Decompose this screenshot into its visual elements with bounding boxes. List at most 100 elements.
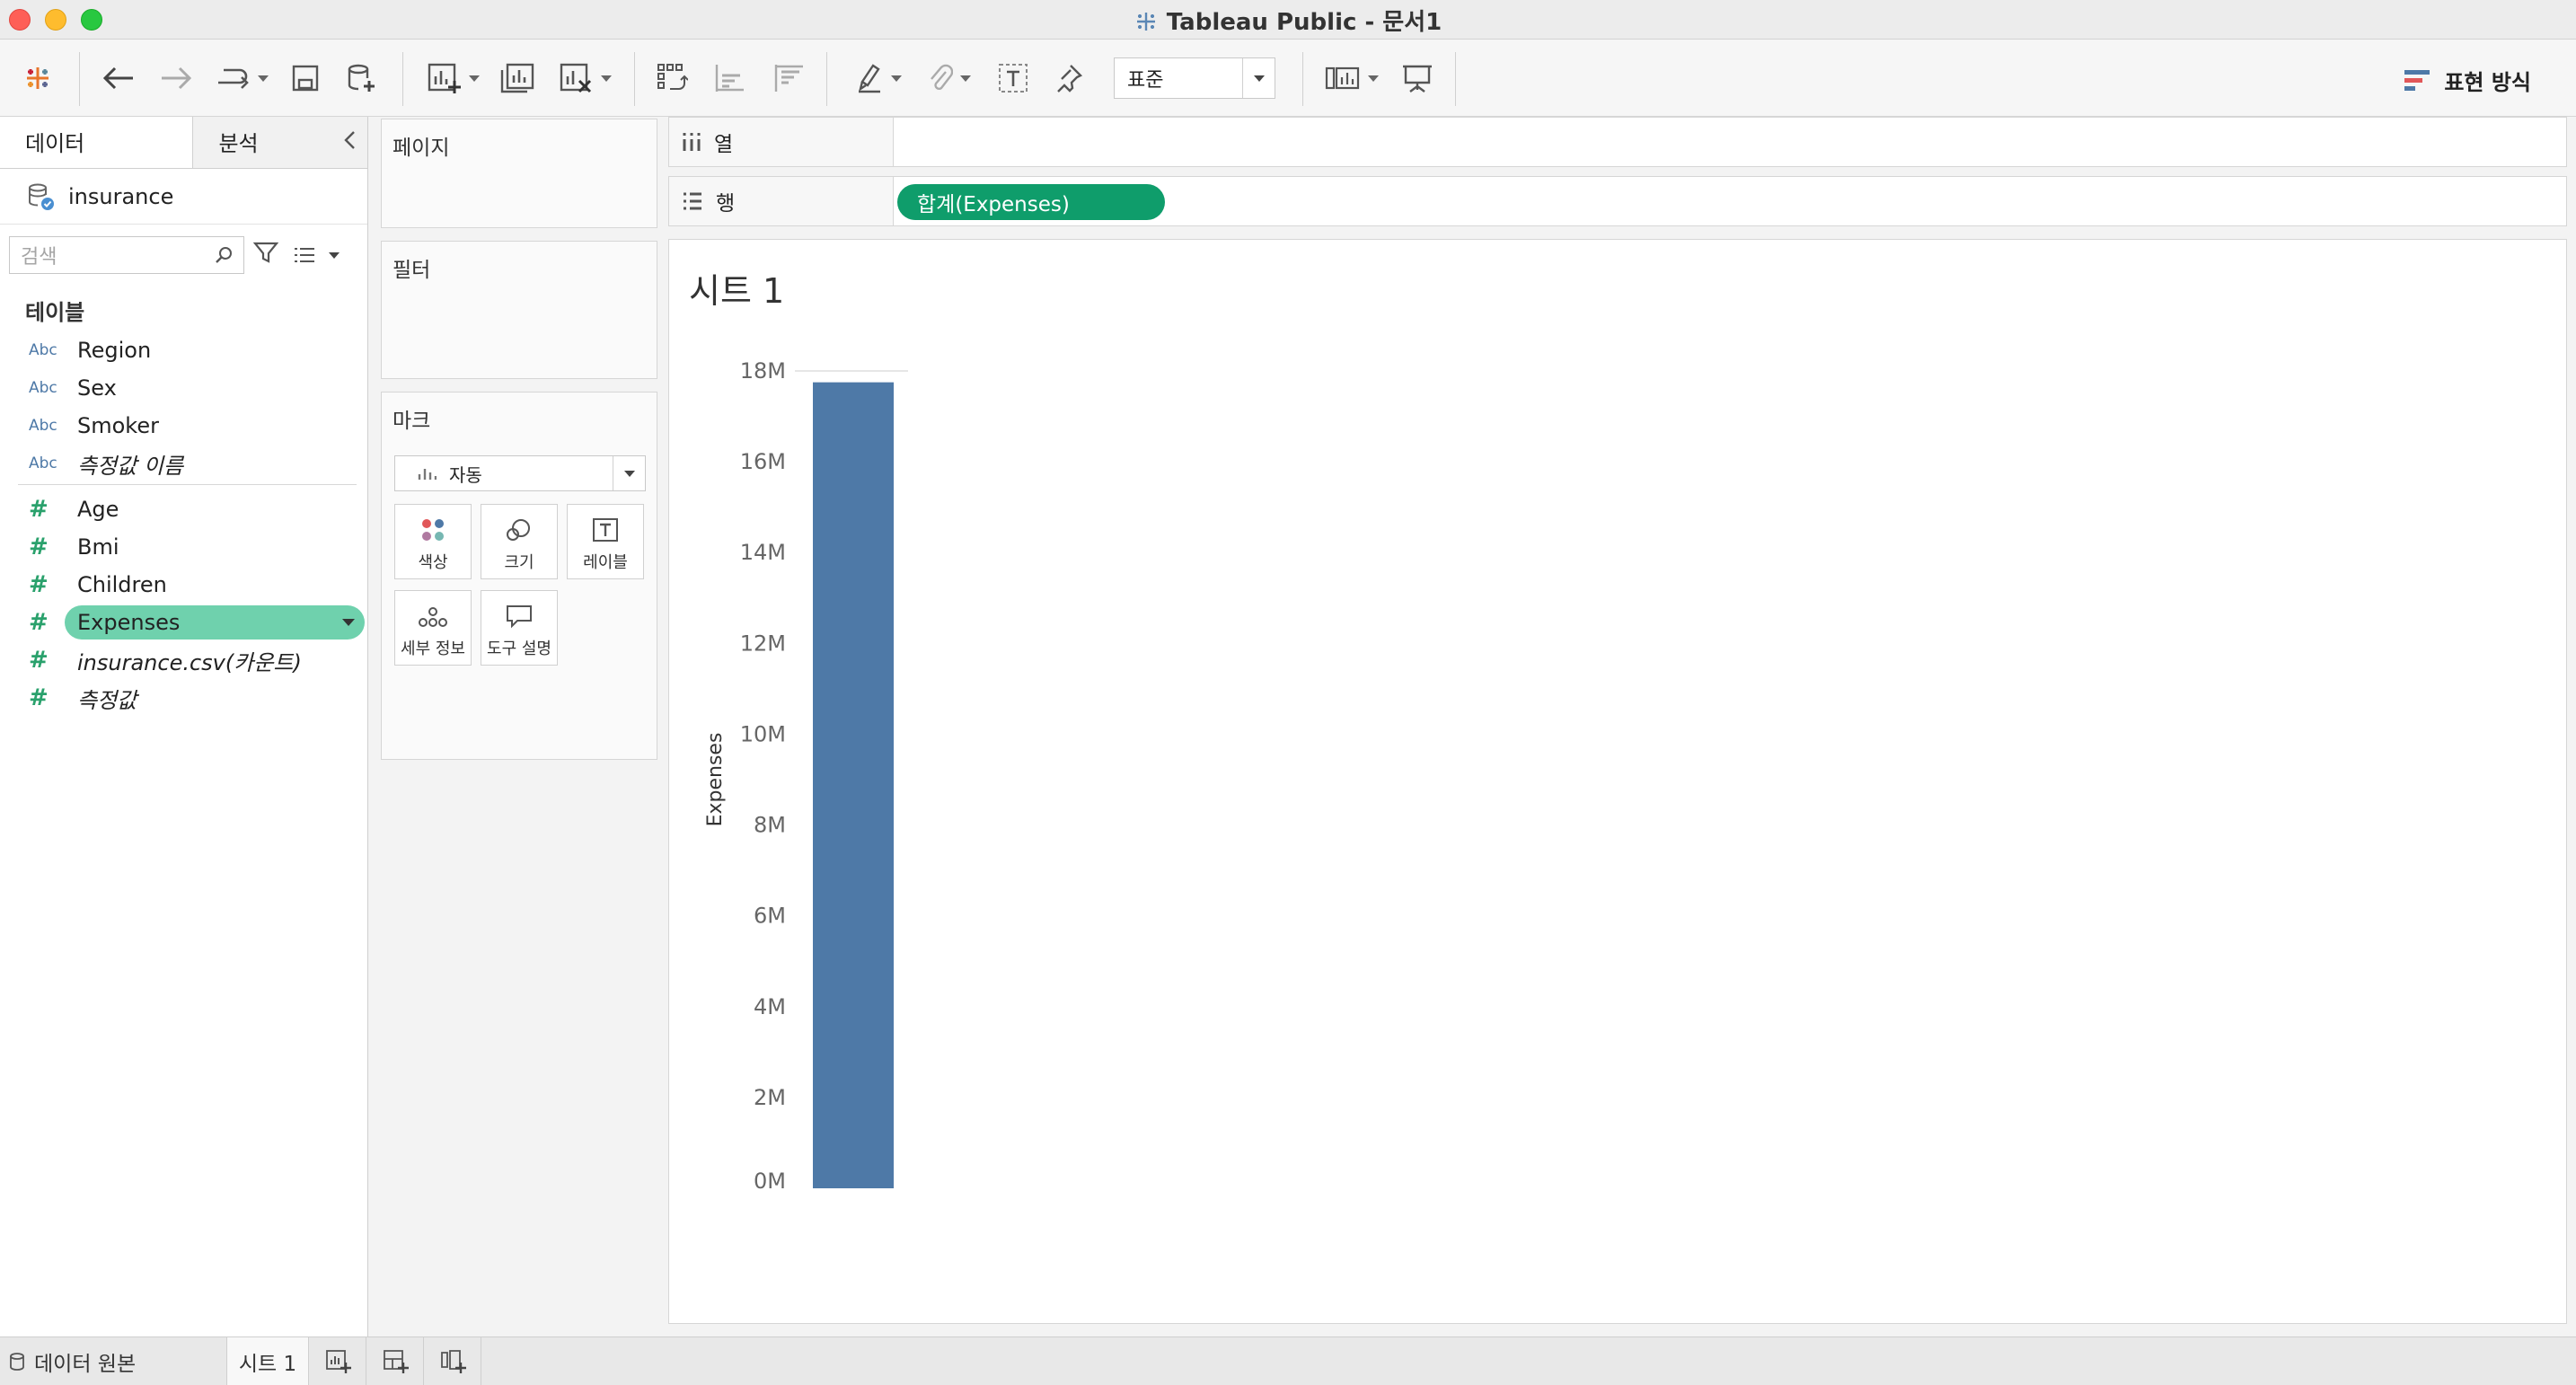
field-menu-caret[interactable]: [342, 619, 355, 626]
new-worksheet-icon: [325, 1350, 351, 1373]
mark-type-value: 자동: [449, 463, 482, 486]
chevron-left-icon: [344, 131, 355, 149]
field-insurance-csv[interactable]: # insurance.csv(카운트): [0, 641, 367, 679]
text-label-icon: [999, 64, 1028, 93]
toolbar: 표준 표현 방식: [0, 40, 2576, 117]
sort-descending-icon: [774, 65, 803, 92]
replay-button[interactable]: [210, 56, 273, 101]
fit-mode-select[interactable]: 표준: [1114, 57, 1275, 99]
pin-icon: [1057, 65, 1083, 93]
worksheet-view: 시트 1 0M 2M 4M 6M 8M 10M 12M 14M 16M 18M Expenses: [668, 239, 2567, 1324]
datasource-icon: [29, 183, 54, 210]
add-database-icon: [348, 64, 375, 92]
show-me-button[interactable]: 표현 방식: [2403, 65, 2531, 96]
tab-analysis[interactable]: 분석: [193, 117, 367, 168]
label-mark-button[interactable]: 레이블: [567, 504, 644, 579]
field-name: Age: [77, 497, 119, 522]
y-tick-label: 6M: [754, 904, 786, 929]
search-input[interactable]: 검색: [9, 236, 244, 274]
replay-icon: [218, 68, 249, 89]
field-name: insurance.csv(카운트): [77, 649, 302, 675]
new-worksheet-icon: [428, 63, 461, 93]
field-name: 측정값: [77, 687, 137, 713]
field-sex[interactable]: Abc Sex: [0, 369, 367, 407]
mark-type-select[interactable]: 자동: [394, 455, 646, 491]
new-data-source-button[interactable]: [341, 56, 381, 101]
bar[interactable]: [813, 382, 894, 1188]
field-bmi[interactable]: # Bmi: [0, 528, 367, 566]
y-tick-label: 4M: [754, 994, 786, 1019]
datasource-item[interactable]: insurance: [0, 169, 367, 225]
window-title-text: Tableau Public - 문서1: [1166, 9, 1442, 36]
field-item[interactable]: Abc 측정값 이름: [0, 445, 367, 482]
duplicate-sheet-button[interactable]: [498, 56, 537, 101]
tab-data[interactable]: 데이터: [0, 117, 194, 168]
columns-shelf[interactable]: 열: [668, 117, 2567, 167]
tooltip-icon: [507, 605, 532, 629]
fit-mode-dropdown[interactable]: [1242, 58, 1275, 98]
fix-axes-button[interactable]: [1049, 56, 1089, 101]
clear-sheet-button[interactable]: [550, 56, 622, 101]
redo-button[interactable]: [154, 56, 198, 101]
label-mark-label: 레이블: [583, 553, 628, 572]
y-tick-label: 8M: [754, 813, 786, 838]
size-mark-button[interactable]: 크기: [481, 504, 558, 579]
mark-type-dropdown[interactable]: [613, 456, 645, 490]
field-age[interactable]: # Age: [0, 490, 367, 528]
columns-icon: [683, 133, 701, 151]
new-worksheet-button[interactable]: [420, 56, 487, 101]
clear-sheet-icon: [560, 63, 592, 93]
field-children[interactable]: # Children: [0, 566, 367, 604]
y-tick-label: 14M: [740, 540, 786, 565]
new-worksheet-tab-button[interactable]: [311, 1337, 366, 1385]
sheet-tab[interactable]: 시트 1: [226, 1337, 309, 1385]
tableau-home-button[interactable]: [18, 56, 57, 101]
y-tick-label: 0M: [754, 1169, 786, 1194]
color-mark-button[interactable]: 색상: [394, 504, 472, 579]
rows-shelf-text: 행: [716, 192, 736, 216]
arrow-left-icon: [102, 66, 133, 90]
pages-card[interactable]: 페이지: [381, 119, 657, 228]
rows-pill-expenses[interactable]: 합계(Expenses): [897, 184, 1165, 220]
y-tick-label: 12M: [740, 631, 786, 656]
collapse-pane-button[interactable]: [342, 129, 357, 156]
sort-descending-button[interactable]: [769, 56, 808, 101]
measure-type-icon: #: [29, 647, 49, 674]
field-item[interactable]: # 측정값: [0, 679, 367, 717]
undo-button[interactable]: [97, 56, 140, 101]
y-tick-label: 16M: [740, 449, 786, 474]
tooltip-mark-button[interactable]: 도구 설명: [481, 590, 558, 666]
field-smoker[interactable]: Abc Smoker: [0, 407, 367, 445]
paperclip-icon: [931, 64, 953, 91]
new-story-tab-button[interactable]: [426, 1337, 481, 1385]
y-tick-label: 2M: [754, 1085, 786, 1110]
highlight-button[interactable]: [850, 56, 909, 101]
list-view-icon: [295, 248, 314, 262]
field-region[interactable]: Abc Region: [0, 331, 367, 369]
sort-ascending-button[interactable]: [710, 56, 749, 101]
filter-fields-button[interactable]: [252, 241, 279, 269]
tableau-logo-icon: [1136, 13, 1155, 31]
filters-card[interactable]: 필터: [381, 241, 657, 379]
new-dashboard-tab-button[interactable]: [368, 1337, 424, 1385]
detail-icon: [419, 607, 447, 627]
group-members-button[interactable]: [920, 56, 979, 101]
dimension-type-icon: Abc: [29, 341, 57, 359]
measure-type-icon: #: [29, 496, 49, 523]
show-cards-icon: [1325, 66, 1360, 90]
view-options-button[interactable]: [293, 246, 340, 264]
show-me-label: 표현 방식: [2444, 70, 2531, 95]
show-cards-button[interactable]: [1320, 56, 1383, 101]
measure-type-icon: #: [29, 534, 49, 560]
rows-shelf[interactable]: 행 합계(Expenses): [668, 176, 2567, 226]
data-source-tab[interactable]: 데이터 원본: [9, 1337, 225, 1385]
show-mark-labels-button[interactable]: [993, 56, 1033, 101]
window-title: Tableau Public - 문서1: [0, 4, 2576, 37]
fit-mode-value: 표준: [1127, 69, 1164, 92]
detail-mark-button[interactable]: 세부 정보: [394, 590, 472, 666]
field-name: Bmi: [77, 534, 119, 560]
save-button[interactable]: [286, 56, 325, 101]
field-expenses[interactable]: # Expenses: [0, 604, 367, 641]
swap-rows-columns-button[interactable]: [652, 56, 692, 101]
presentation-mode-button[interactable]: [1398, 56, 1437, 101]
